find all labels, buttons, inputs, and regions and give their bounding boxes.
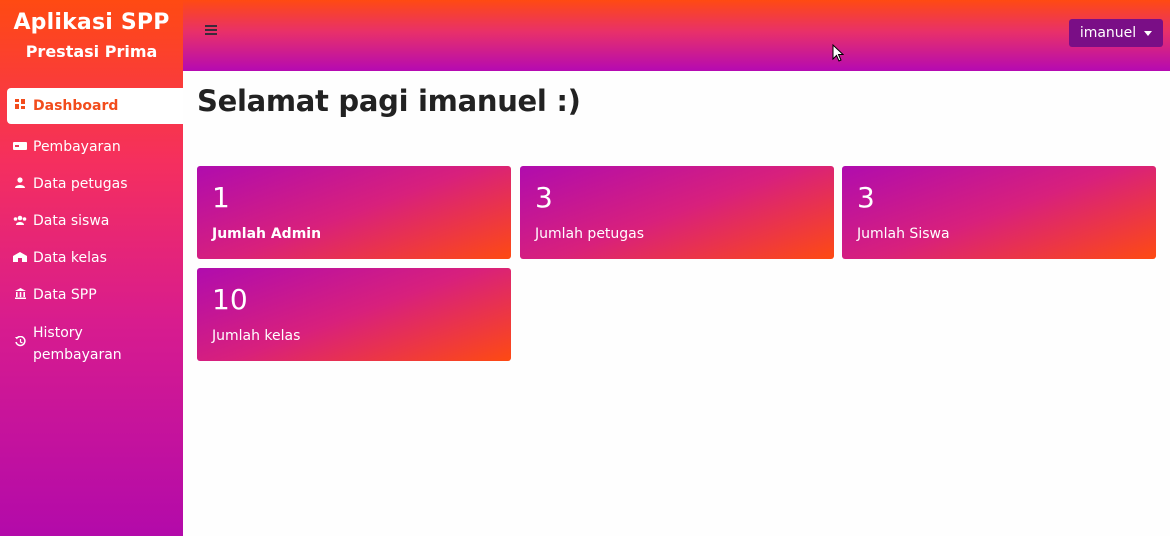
brand: Aplikasi SPP Prestasi Prima [0, 0, 183, 86]
stat-card-petugas[interactable]: 3 Jumlah petugas [520, 166, 834, 259]
stat-card-kelas[interactable]: 10 Jumlah kelas [197, 268, 511, 361]
history-icon [13, 333, 27, 355]
stat-value: 3 [857, 181, 875, 214]
user-menu-button[interactable]: imanuel [1069, 19, 1163, 47]
stat-label: Jumlah Admin [212, 226, 322, 242]
dashboard-icon [13, 99, 27, 113]
payment-card-icon [13, 141, 27, 154]
user-icon [13, 177, 27, 191]
sidebar-item-label: Data petugas [33, 176, 128, 192]
bank-icon [13, 288, 27, 302]
stat-card-admin[interactable]: 1 Jumlah Admin [197, 166, 511, 259]
page-title: Selamat pagi imanuel :) [197, 84, 581, 118]
sidebar: Aplikasi SPP Prestasi Prima Dashboard Pe… [0, 0, 183, 536]
user-name: imanuel [1079, 25, 1137, 41]
sidebar-item-label: Data SPP [33, 287, 97, 303]
stat-value: 3 [535, 181, 553, 214]
sidebar-item-dashboard[interactable]: Dashboard [7, 88, 183, 124]
stat-value: 10 [212, 283, 248, 316]
app-title: Aplikasi SPP [13, 10, 170, 35]
sidebar-item-label: Dashboard [33, 98, 119, 114]
sidebar-item-label-line2: pembayaran [33, 347, 122, 363]
stat-label: Jumlah Siswa [857, 226, 950, 242]
sidebar-item-history-pembayaran[interactable]: History pembayaran [7, 322, 183, 366]
app-subtitle: Prestasi Prima [25, 42, 158, 61]
sidebar-item-data-petugas[interactable]: Data petugas [7, 176, 183, 192]
sidebar-item-pembayaran[interactable]: Pembayaran [7, 139, 183, 155]
sidebar-item-label-group: History pembayaran [33, 322, 122, 366]
school-icon [13, 251, 27, 265]
sidebar-item-label: Pembayaran [33, 139, 121, 155]
sidebar-item-data-spp[interactable]: Data SPP [7, 287, 183, 303]
sidebar-item-data-kelas[interactable]: Data kelas [7, 250, 183, 266]
stat-card-siswa[interactable]: 3 Jumlah Siswa [842, 166, 1156, 259]
menu-toggle-icon[interactable] [205, 25, 217, 35]
stat-label: Jumlah petugas [535, 226, 645, 242]
stat-value: 1 [212, 181, 230, 214]
caret-down-icon [1144, 30, 1153, 36]
sidebar-item-data-siswa[interactable]: Data siswa [7, 213, 183, 229]
users-icon [13, 215, 27, 228]
sidebar-item-label: Data siswa [33, 213, 110, 229]
stat-label: Jumlah kelas [212, 328, 301, 344]
mouse-cursor-icon [832, 44, 844, 62]
sidebar-item-label-line1: History [33, 325, 83, 341]
sidebar-item-label: Data kelas [33, 250, 107, 266]
topbar: imanuel [183, 0, 1170, 71]
